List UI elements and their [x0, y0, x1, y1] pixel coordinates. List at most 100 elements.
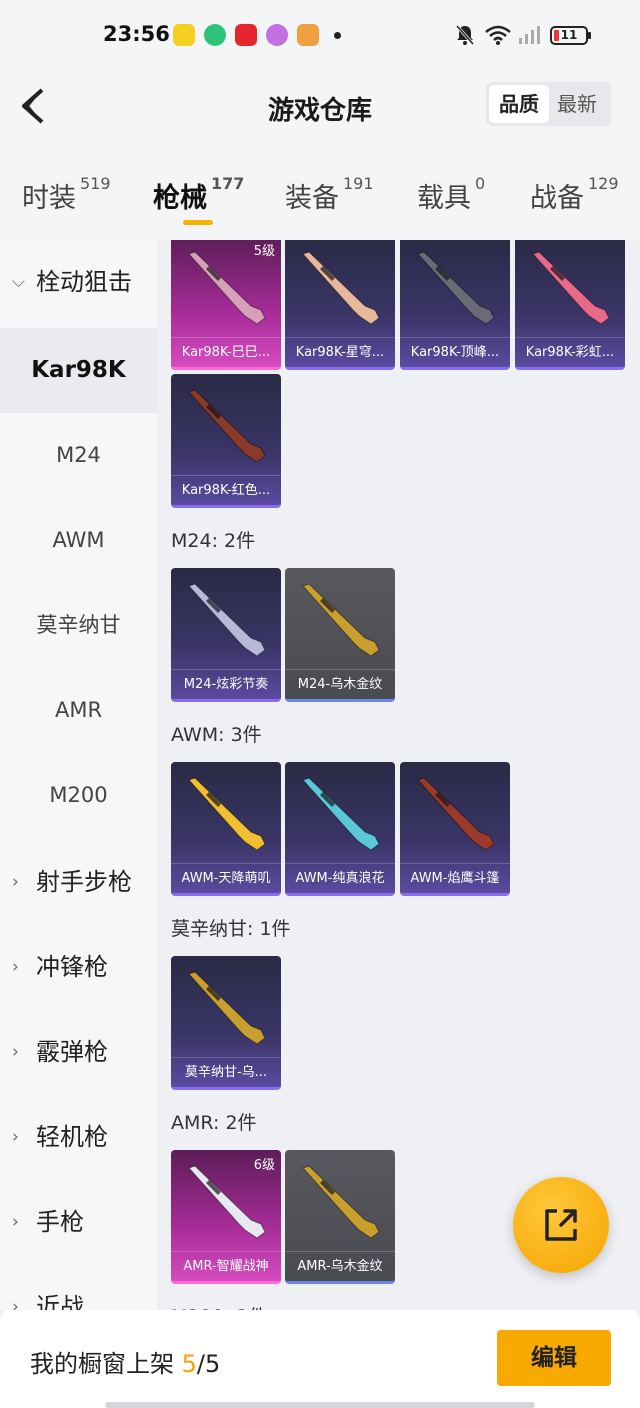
showcase-text: 我的橱窗上架	[30, 1350, 174, 1378]
sort-newest-button[interactable]: 最新	[547, 85, 607, 123]
chevron-right-icon: ›	[12, 1212, 19, 1232]
weapon-name: Kar98K-巳巳...	[171, 337, 281, 367]
tab-label: 载具	[417, 183, 471, 214]
more-notifications-dot	[334, 32, 341, 39]
showcase-label: 我的橱窗上架 5/5	[30, 1344, 220, 1379]
showcase-count-total: 5	[205, 1350, 221, 1378]
weapon-card[interactable]: AWM-纯真浪花	[285, 762, 395, 896]
tab-equipment[interactable]: 装备 191	[285, 174, 374, 215]
tab-count: 177	[211, 174, 245, 193]
sidebar-item-shotgun[interactable]: › 霰弹枪	[0, 1010, 157, 1095]
chevron-right-icon: ›	[12, 1297, 19, 1310]
chevron-right-icon: ›	[12, 1042, 19, 1062]
sidebar-item-label: Kar98K	[31, 357, 126, 383]
tab-weapons[interactable]: 枪械 177	[153, 174, 245, 215]
tab-gear[interactable]: 战备 129	[530, 174, 619, 215]
flower-icon	[266, 24, 288, 46]
game-icon	[297, 24, 319, 46]
chevron-down-icon: ⌵	[12, 272, 25, 292]
status-bar: 23:56 11	[0, 0, 640, 70]
sidebar-item-amr[interactable]: AMR	[0, 668, 157, 753]
weapon-card[interactable]: M24-乌木金纹	[285, 568, 395, 702]
sidebar-item-melee[interactable]: › 近战	[0, 1265, 157, 1310]
sidebar-item-smg[interactable]: › 冲锋枪	[0, 925, 157, 1010]
notification-mute-icon	[455, 25, 475, 45]
weapon-card[interactable]: Kar98K-红色...	[171, 374, 281, 508]
sidebar-item-awm[interactable]: AWM	[0, 498, 157, 583]
rifle-icon	[188, 971, 266, 1045]
showcase-count-current: 5	[181, 1350, 197, 1378]
active-tab-indicator	[183, 220, 213, 225]
share-icon	[545, 1209, 577, 1241]
sidebar-item-pistol[interactable]: › 手枪	[0, 1180, 157, 1265]
tab-count: 129	[588, 174, 619, 193]
weapon-card[interactable]: Kar98K-彩虹...	[515, 240, 625, 370]
rifle-icon	[302, 777, 380, 851]
category-tabs: 时装 519 枪械 177 装备 191 载具 0 战备 129	[0, 160, 640, 240]
weapon-name: Kar98K-顶峰...	[400, 337, 510, 367]
status-time: 23:56	[103, 22, 170, 46]
weapon-card[interactable]: Kar98K-星穹...	[285, 240, 395, 370]
tab-label: 时装	[22, 183, 76, 214]
weapon-grid: 5级 Kar98K-巳巳... Kar98K-星穹... Kar98K-顶峰... Ka…	[157, 240, 640, 1310]
weapon-card[interactable]: 6级 AMR-智耀战神	[171, 1150, 281, 1284]
sidebar-item-marksman[interactable]: › 射手步枪	[0, 840, 157, 925]
chat-icon	[204, 24, 226, 46]
section-label: AMR: 2件	[171, 1112, 257, 1134]
app-icon	[173, 24, 195, 46]
chevron-right-icon: ›	[12, 872, 19, 892]
weapon-card[interactable]: M24-炫彩节奏	[171, 568, 281, 702]
showcase-count-separator: /	[196, 1350, 206, 1378]
sidebar-item-label: 射手步枪	[36, 868, 132, 896]
section-label: M24: 2件	[171, 530, 256, 552]
sidebar-item-lmg[interactable]: › 轻机枪	[0, 1095, 157, 1180]
sidebar-item-bolt-action[interactable]: ⌵ 栓动狙击	[0, 240, 157, 325]
rifle-icon	[417, 777, 495, 851]
rifle-icon	[417, 251, 495, 325]
sidebar-item-label: AWM	[52, 528, 105, 552]
tab-label: 枪械	[153, 183, 207, 214]
tab-label: 战备	[530, 183, 584, 214]
sidebar-item-label: 栓动狙击	[36, 268, 132, 296]
weapon-level-badge: 6级	[253, 1158, 275, 1173]
weapon-name: M24-乌木金纹	[285, 669, 395, 699]
weapon-name: AWM-天降萌叽	[171, 863, 281, 893]
sidebar-item-label: M24	[56, 443, 101, 467]
sidebar-item-m24[interactable]: M24	[0, 413, 157, 498]
weapon-name: AWM-焰鹰斗篷	[400, 863, 510, 893]
header: 游戏仓库 品质 最新	[0, 70, 640, 160]
rifle-icon	[188, 583, 266, 657]
sidebar-item-m200[interactable]: M200	[0, 753, 157, 838]
weapon-card[interactable]: 莫辛纳甘-乌...	[171, 956, 281, 1090]
weapon-card[interactable]: AWM-天降萌叽	[171, 762, 281, 896]
section-label: M200: 2件	[171, 1302, 267, 1310]
rifle-icon	[532, 251, 610, 325]
sidebar-item-label: 手枪	[36, 1208, 84, 1236]
weapon-card[interactable]: AMR-乌木金纹	[285, 1150, 395, 1284]
share-button[interactable]	[513, 1177, 609, 1273]
tab-vehicles[interactable]: 载具 0	[417, 174, 486, 215]
wifi-icon	[485, 25, 511, 45]
weapon-card[interactable]: Kar98K-顶峰...	[400, 240, 510, 370]
chevron-right-icon: ›	[12, 957, 19, 977]
battery-icon: 11	[550, 26, 591, 45]
sort-quality-button[interactable]: 品质	[489, 85, 549, 123]
rifle-icon	[302, 1165, 380, 1239]
sidebar-item-label: 霰弹枪	[36, 1038, 108, 1066]
tab-count: 0	[475, 174, 486, 193]
weapon-card[interactable]: AWM-焰鹰斗篷	[400, 762, 510, 896]
weapon-card[interactable]: 5级 Kar98K-巳巳...	[171, 240, 281, 370]
sidebar-item-kar98k[interactable]: Kar98K	[0, 328, 157, 413]
showcase-bar: 我的橱窗上架 5/5 编辑	[0, 1310, 640, 1408]
sidebar-item-label: 近战	[36, 1293, 84, 1310]
edit-button[interactable]: 编辑	[497, 1330, 611, 1386]
weapon-category-sidebar: ⌵ 栓动狙击 Kar98K M24 AWM 莫辛纳甘 AMR M200 › 射手步…	[0, 240, 157, 1310]
sidebar-item-label: M200	[49, 783, 108, 807]
sidebar-item-label: 轻机枪	[36, 1123, 108, 1151]
section-label: AWM: 3件	[171, 724, 262, 746]
sidebar-item-mosin[interactable]: 莫辛纳甘	[0, 583, 157, 668]
sidebar-item-label: 莫辛纳甘	[36, 613, 121, 637]
tab-skins[interactable]: 时装 519	[22, 174, 111, 215]
weapon-name: M24-炫彩节奏	[171, 669, 281, 699]
rifle-icon	[302, 583, 380, 657]
